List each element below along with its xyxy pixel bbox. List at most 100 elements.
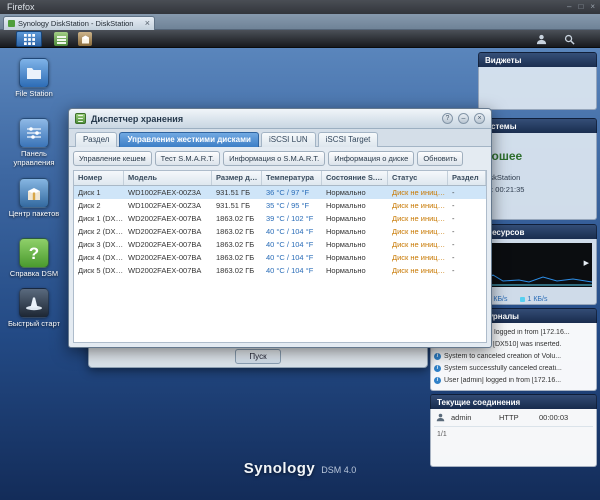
widget-connections-header[interactable]: Текущие соединения xyxy=(430,394,597,409)
header-number[interactable]: Номер xyxy=(74,171,124,185)
info-icon: i xyxy=(434,377,441,384)
package-icon xyxy=(19,178,49,208)
tab-favicon-icon xyxy=(8,20,15,27)
help-icon: ? xyxy=(19,238,49,268)
question-mark-glyph: ? xyxy=(29,245,39,262)
table-row[interactable]: Диск 1 (DX510) WD2002FAEX-007BA 1863.02 … xyxy=(74,212,486,225)
desktop-icon-label: Панель управления xyxy=(6,150,62,167)
browser-minimize-button[interactable]: – xyxy=(567,0,571,14)
cell-size: 931.51 ГБ xyxy=(212,199,262,212)
cell-volume: - xyxy=(448,186,486,199)
desktop-icon-label: Справка DSM xyxy=(6,270,62,279)
header-size[interactable]: Размер диска xyxy=(212,171,262,185)
desktop-icon-quick-start[interactable]: Быстрый старт xyxy=(6,288,62,329)
cell-temperature: 35 °C / 95 °F xyxy=(262,199,322,212)
cache-management-button[interactable]: Управление кешем xyxy=(73,151,152,166)
desktop-icon-file-station[interactable]: File Station xyxy=(6,58,62,99)
cell-temperature: 40 °C / 104 °F xyxy=(262,238,322,251)
taskbar-app-wizard[interactable] xyxy=(78,32,92,46)
table-row[interactable]: Диск 2 WD1002FAEX-00Z3A 931.51 ГБ 35 °C … xyxy=(74,199,486,212)
desktop-icon-package-center[interactable]: Центр пакетов xyxy=(6,178,62,219)
smart-test-button[interactable]: Тест S.M.A.R.T. xyxy=(155,151,220,166)
box-icon xyxy=(81,35,90,44)
header-smart-status[interactable]: Состояние S.M.A.R.T. xyxy=(322,171,388,185)
header-temperature[interactable]: Температура xyxy=(262,171,322,185)
desktop-icon-control-panel[interactable]: Панель управления xyxy=(6,118,62,167)
table-row[interactable]: Диск 4 (DX510) WD2002FAEX-007BA 1863.02 … xyxy=(74,251,486,264)
refresh-button[interactable]: Обновить xyxy=(417,151,463,166)
search-button[interactable] xyxy=(562,33,576,46)
cell-model: WD2002FAEX-007BA xyxy=(124,251,212,264)
window-close-button[interactable]: × xyxy=(474,113,485,124)
connection-time: 00:00:03 xyxy=(539,413,568,422)
cell-model: WD2002FAEX-007BA xyxy=(124,225,212,238)
browser-close-button[interactable]: × xyxy=(590,0,595,14)
user-menu-button[interactable] xyxy=(534,33,548,46)
browser-title: Firefox xyxy=(7,2,35,12)
window-titlebar[interactable]: Диспетчер хранения ? – × xyxy=(69,109,491,129)
cell-volume: - xyxy=(448,212,486,225)
browser-maximize-button[interactable]: □ xyxy=(578,0,583,14)
taskbar-app-storage-manager[interactable] xyxy=(54,32,68,46)
disk-info-button[interactable]: Информация о диске xyxy=(328,151,414,166)
desktop-icon-label: Центр пакетов xyxy=(6,210,62,219)
cell-smart: Нормально xyxy=(322,238,388,251)
widget-panel-header[interactable]: Виджеты xyxy=(478,52,597,67)
connection-protocol: HTTP xyxy=(499,413,533,422)
disk-table: Номер Модель Размер диска Температура Со… xyxy=(73,170,487,343)
table-row[interactable]: Диск 2 (DX510) WD2002FAEX-007BA 1863.02 … xyxy=(74,225,486,238)
widget-connections: admin HTTP 00:00:03 1/1 xyxy=(430,409,597,467)
header-volume[interactable]: Раздел xyxy=(448,171,486,185)
cell-size: 1863.02 ГБ xyxy=(212,264,262,277)
smart-info-button[interactable]: Информация о S.M.A.R.T. xyxy=(223,151,325,166)
log-item: i System successfully canceled creati... xyxy=(431,362,596,374)
browser-tabbar: Synology DiskStation - DiskStation × xyxy=(0,14,600,30)
cell-size: 1863.02 ГБ xyxy=(212,225,262,238)
graph-next-icon[interactable]: ▶ xyxy=(584,259,589,267)
tab-iscsi-lun[interactable]: iSCSI LUN xyxy=(261,132,316,147)
cell-smart: Нормально xyxy=(322,251,388,264)
main-menu-button[interactable] xyxy=(16,31,42,47)
grid-icon xyxy=(24,34,35,45)
table-row[interactable]: Диск 3 (DX510) WD2002FAEX-007BA 1863.02 … xyxy=(74,238,486,251)
person-icon xyxy=(536,34,547,45)
cell-temperature: 39 °C / 102 °F xyxy=(262,212,322,225)
window-body: Управление кешем Тест S.M.A.R.T. Информа… xyxy=(69,147,491,347)
tab-iscsi-target[interactable]: iSCSI Target xyxy=(318,132,379,147)
cell-status: Диск не инициализирован xyxy=(388,251,448,264)
pagination-label[interactable]: 1/1 xyxy=(431,427,596,438)
tab-close-icon[interactable]: × xyxy=(145,19,150,28)
cell-temperature: 36 °C / 97 °F xyxy=(262,186,322,199)
cell-status: Диск не инициализирован xyxy=(388,225,448,238)
brand-version: DSM 4.0 xyxy=(321,465,356,475)
header-status[interactable]: Статус xyxy=(388,171,448,185)
cell-size: 1863.02 ГБ xyxy=(212,212,262,225)
cell-size: 931.51 ГБ xyxy=(212,186,262,199)
tab-hdd-management[interactable]: Управление жесткими дисками xyxy=(119,132,259,147)
cell-status: Диск не инициализирован xyxy=(388,238,448,251)
table-row[interactable]: Диск 5 (DX510) WD2002FAEX-007BA 1863.02 … xyxy=(74,264,486,277)
cell-smart: Нормально xyxy=(322,225,388,238)
log-text: System successfully canceled creati... xyxy=(444,365,562,372)
storage-manager-window: Диспетчер хранения ? – × Раздел Управлен… xyxy=(68,108,492,348)
table-row[interactable]: Диск 1 WD1002FAEX-00Z3A 931.51 ГБ 36 °C … xyxy=(74,186,486,199)
control-panel-icon xyxy=(19,118,49,148)
header-model[interactable]: Модель xyxy=(124,171,212,185)
window-minimize-button[interactable]: – xyxy=(458,113,469,124)
cell-number: Диск 2 xyxy=(74,199,124,212)
cell-temperature: 40 °C / 104 °F xyxy=(262,264,322,277)
desktop-icon-dsm-help[interactable]: ? Справка DSM xyxy=(6,238,62,279)
start-button[interactable]: Пуск xyxy=(235,349,280,364)
tab-volume[interactable]: Раздел xyxy=(75,132,117,147)
browser-tab[interactable]: Synology DiskStation - DiskStation × xyxy=(3,16,155,30)
cell-model: WD2002FAEX-007BA xyxy=(124,238,212,251)
cell-size: 1863.02 ГБ xyxy=(212,251,262,264)
search-icon xyxy=(564,34,575,45)
log-text: User [admin] logged in from [172.16... xyxy=(444,377,561,384)
window-help-button[interactable]: ? xyxy=(442,113,453,124)
cell-temperature: 40 °C / 104 °F xyxy=(262,251,322,264)
brand-logo: Synology xyxy=(244,460,316,477)
screenshot-root: Firefox – □ × Synology DiskStation - Dis… xyxy=(0,0,600,500)
cell-smart: Нормально xyxy=(322,199,388,212)
cell-volume: - xyxy=(448,251,486,264)
